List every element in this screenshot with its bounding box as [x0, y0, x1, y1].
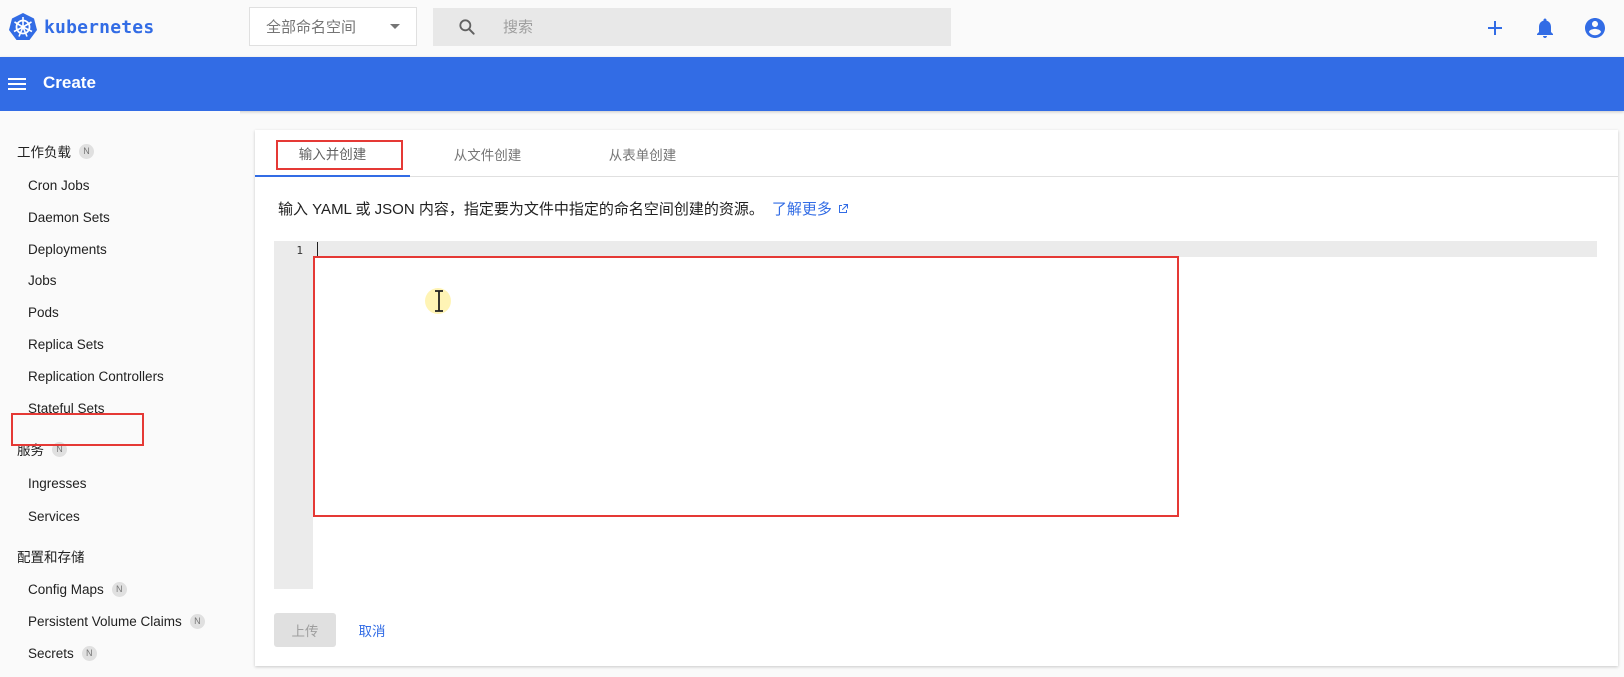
upload-button[interactable]: 上传	[274, 613, 336, 647]
cancel-button[interactable]: 取消	[347, 613, 397, 647]
sidebar-item-deployments[interactable]: Deployments	[28, 242, 107, 257]
description-text: 输入 YAML 或 JSON 内容，指定要为文件中指定的命名空间创建的资源。	[278, 201, 764, 218]
tab-create-from-file[interactable]: 从文件创建	[410, 130, 565, 177]
sidebar-item-label: Deployments	[28, 242, 107, 257]
sidebar-section-config-storage[interactable]: 配置和存储	[17, 546, 85, 566]
sidebar-item-config-maps[interactable]: Config Maps N	[28, 582, 127, 597]
sidebar-item-label: Daemon Sets	[28, 210, 110, 225]
sidebar-item-persistent-volume-claims[interactable]: Persistent Volume Claims N	[28, 614, 205, 629]
create-tabs: 输入并创建 从文件创建 从表单创建	[255, 130, 1618, 177]
top-bar: kubernetes 全部命名空间	[0, 0, 1624, 57]
sidebar-item-replica-sets[interactable]: Replica Sets	[28, 337, 104, 352]
namespaced-badge: N	[111, 582, 127, 597]
namespaced-badge: N	[189, 614, 205, 629]
page-title: Create	[43, 73, 96, 92]
kubernetes-logo[interactable]: kubernetes	[8, 12, 154, 42]
sidebar-item-cron-jobs[interactable]: Cron Jobs	[28, 178, 90, 193]
page-toolbar: Create	[0, 57, 1624, 111]
tab-label: 从表单创建	[608, 147, 677, 163]
account-circle-icon[interactable]	[1583, 16, 1607, 40]
editor-active-line	[313, 241, 1597, 257]
namespace-select[interactable]: 全部命名空间	[249, 7, 417, 46]
sidebar-item-label: Jobs	[28, 273, 57, 288]
sidebar-item-label: Pods	[28, 305, 59, 320]
namespaced-badge: N	[81, 646, 97, 661]
sidebar-section-label: 配置和存储	[17, 550, 85, 565]
sidebar-section-workloads[interactable]: 工作负载 N	[17, 141, 94, 161]
create-description: 输入 YAML 或 JSON 内容，指定要为文件中指定的命名空间创建的资源。 了…	[278, 198, 849, 219]
sidebar-item-label: Replica Sets	[28, 337, 104, 352]
add-icon[interactable]	[1483, 16, 1507, 40]
text-cursor	[317, 242, 318, 257]
sidebar-item-label: Cron Jobs	[28, 178, 90, 193]
sidebar-item-replication-controllers[interactable]: Replication Controllers	[28, 369, 164, 384]
line-number: 1	[296, 244, 303, 257]
learn-more-label: 了解更多	[771, 201, 832, 218]
sidebar-item-ingresses[interactable]: Ingresses	[28, 476, 87, 491]
namespace-select-value: 全部命名空间	[266, 19, 357, 36]
ibeam-cursor-icon	[435, 290, 443, 312]
sidebar: 工作负载 N Cron Jobs Daemon Sets Deployments…	[0, 111, 240, 677]
sidebar-item-label: Ingresses	[28, 476, 87, 491]
tab-label: 从文件创建	[453, 147, 522, 163]
notifications-bell-icon[interactable]	[1533, 16, 1557, 40]
search-bar[interactable]	[433, 8, 951, 46]
sidebar-item-label: Config Maps	[28, 582, 104, 597]
sidebar-item-jobs[interactable]: Jobs	[28, 273, 57, 288]
sidebar-item-label: Persistent Volume Claims	[28, 614, 182, 629]
editor-gutter: 1	[274, 241, 313, 589]
namespaced-badge: N	[79, 143, 94, 159]
sidebar-item-daemon-sets[interactable]: Daemon Sets	[28, 210, 110, 225]
search-icon	[459, 19, 475, 35]
sidebar-item-label: Replication Controllers	[28, 369, 164, 384]
brand-name: kubernetes	[44, 16, 155, 38]
learn-more-link[interactable]: 了解更多	[772, 198, 849, 219]
dropdown-caret-icon	[390, 24, 400, 29]
sidebar-item-pods[interactable]: Pods	[28, 305, 59, 320]
create-card: 输入并创建 从文件创建 从表单创建 输入 YAML 或 JSON 内容，指定要为…	[255, 130, 1618, 666]
hamburger-menu-icon[interactable]	[7, 74, 27, 94]
tab-highlight-box	[276, 140, 403, 170]
kubernetes-wheel-icon	[9, 13, 37, 40]
tab-create-from-form[interactable]: 从表单创建	[565, 130, 720, 177]
pods-highlight-box	[11, 413, 144, 446]
sidebar-item-secrets[interactable]: Secrets N	[28, 646, 97, 661]
search-input[interactable]	[503, 8, 933, 46]
sidebar-item-services[interactable]: Services	[28, 509, 80, 524]
sidebar-section-label: 工作负载	[17, 145, 71, 160]
open-in-new-icon	[838, 203, 848, 213]
sidebar-item-label: Secrets	[28, 646, 74, 661]
sidebar-item-label: Services	[28, 509, 80, 524]
